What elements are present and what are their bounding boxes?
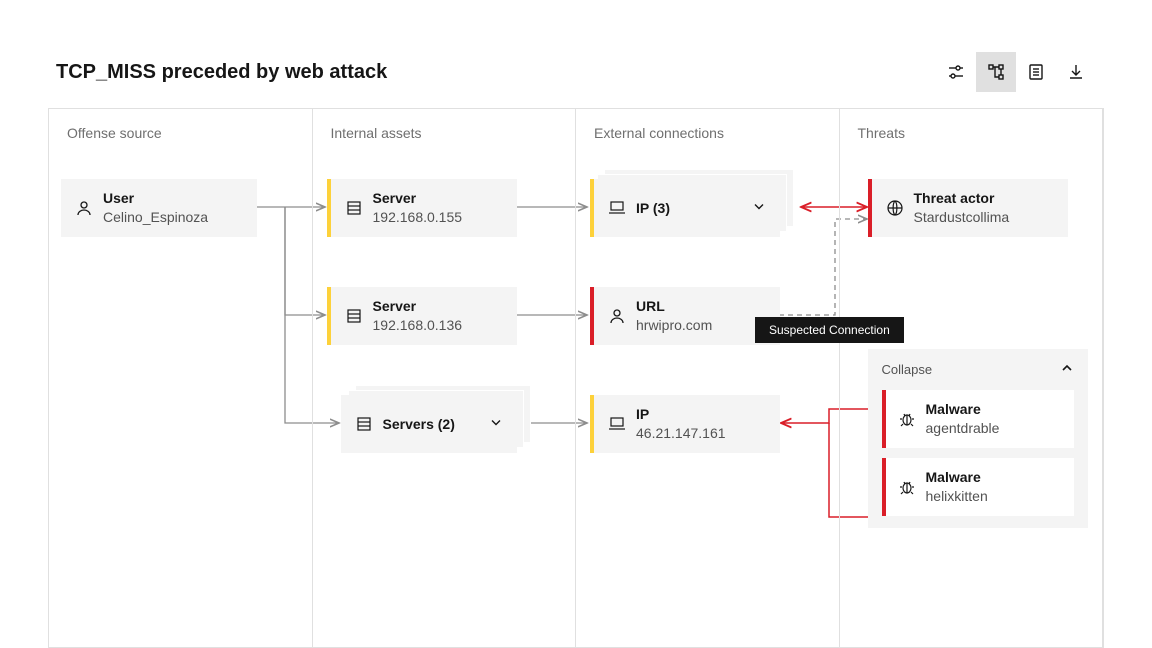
user-value: Celino_Espinoza bbox=[103, 208, 208, 227]
user-type: User bbox=[103, 189, 208, 208]
url-node[interactable]: URL hrwipro.com bbox=[590, 287, 780, 345]
ip-group-node[interactable]: IP (3) bbox=[590, 179, 780, 237]
threat-actor-node[interactable]: Threat actor Stardustcollima bbox=[868, 179, 1068, 237]
download-icon[interactable] bbox=[1056, 52, 1096, 92]
ip-type: IP bbox=[636, 405, 726, 424]
malware-collapse-panel: Collapse Malware agentdrable bbox=[868, 349, 1088, 528]
user-icon bbox=[608, 307, 626, 325]
toolbar bbox=[936, 52, 1096, 92]
malware1-type: Malware bbox=[926, 400, 1000, 419]
server2-node[interactable]: Server 192.168.0.136 bbox=[327, 287, 517, 345]
globe-icon bbox=[886, 199, 904, 217]
user-icon bbox=[75, 199, 93, 217]
server-icon bbox=[355, 415, 373, 433]
ip-value: 46.21.147.161 bbox=[636, 424, 726, 443]
ip-group-type: IP (3) bbox=[636, 199, 670, 218]
bug-icon bbox=[898, 410, 916, 428]
url-type: URL bbox=[636, 297, 712, 316]
url-value: hrwipro.com bbox=[636, 316, 712, 335]
chevron-down-icon[interactable] bbox=[489, 416, 503, 433]
collapse-label: Collapse bbox=[882, 362, 933, 377]
malware2-type: Malware bbox=[926, 468, 988, 487]
chevron-up-icon bbox=[1060, 361, 1074, 378]
server1-node[interactable]: Server 192.168.0.155 bbox=[327, 179, 517, 237]
col-header-internal-assets: Internal assets bbox=[313, 109, 576, 153]
server1-type: Server bbox=[373, 189, 463, 208]
servers-group-node[interactable]: Servers (2) bbox=[341, 395, 517, 453]
collapse-toggle[interactable]: Collapse bbox=[882, 361, 1074, 378]
diagram-grid: Offense source User Celino_Espinoza Inte… bbox=[48, 108, 1104, 648]
col-header-threats: Threats bbox=[840, 109, 1103, 153]
malware1-node[interactable]: Malware agentdrable bbox=[882, 390, 1074, 448]
suspected-connection-tooltip: Suspected Connection bbox=[755, 317, 904, 343]
malware2-node[interactable]: Malware helixkitten bbox=[882, 458, 1074, 516]
col-header-external-connections: External connections bbox=[576, 109, 839, 153]
malware2-value: helixkitten bbox=[926, 487, 988, 506]
laptop-icon bbox=[608, 415, 626, 433]
list-view-icon[interactable] bbox=[1016, 52, 1056, 92]
ip-node[interactable]: IP 46.21.147.161 bbox=[590, 395, 780, 453]
threat-actor-value: Stardustcollima bbox=[914, 208, 1010, 227]
page-title: TCP_MISS preceded by web attack bbox=[56, 61, 387, 84]
server-icon bbox=[345, 199, 363, 217]
user-node[interactable]: User Celino_Espinoza bbox=[61, 179, 257, 237]
server2-value: 192.168.0.136 bbox=[373, 316, 463, 335]
bug-icon bbox=[898, 478, 916, 496]
col-header-offense-source: Offense source bbox=[49, 109, 312, 153]
laptop-icon bbox=[608, 199, 626, 217]
server2-type: Server bbox=[373, 297, 463, 316]
settings-sliders-icon[interactable] bbox=[936, 52, 976, 92]
malware1-value: agentdrable bbox=[926, 419, 1000, 438]
server-icon bbox=[345, 307, 363, 325]
chevron-down-icon[interactable] bbox=[752, 200, 766, 217]
threat-actor-type: Threat actor bbox=[914, 189, 1010, 208]
tree-view-icon[interactable] bbox=[976, 52, 1016, 92]
server1-value: 192.168.0.155 bbox=[373, 208, 463, 227]
servers-group-type: Servers (2) bbox=[383, 415, 455, 434]
